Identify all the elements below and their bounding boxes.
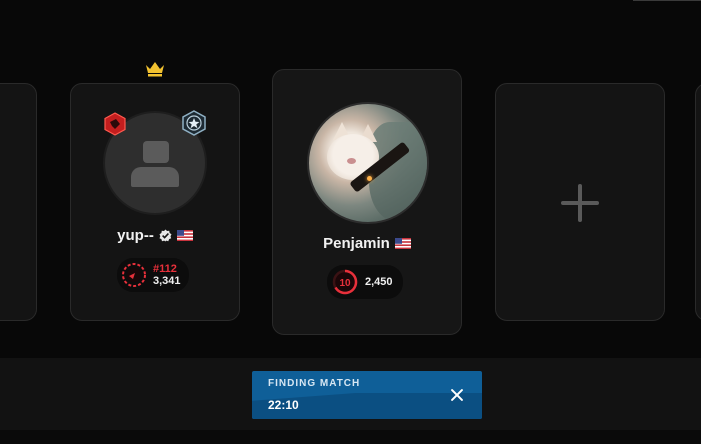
close-icon[interactable] <box>448 386 466 404</box>
challenger-badge-icon <box>104 112 126 136</box>
player-name: yup-- <box>117 227 154 244</box>
elo-value: 2,450 <box>365 276 393 288</box>
finding-match-label: FINDING MATCH <box>268 378 361 389</box>
plus-icon <box>561 184 599 222</box>
level-elo-pill: 10 2,450 <box>327 265 403 299</box>
top-divider <box>633 0 701 1</box>
bottom-strip <box>0 430 701 444</box>
star-badge-icon <box>182 110 206 136</box>
rank-position: #112 <box>153 263 177 275</box>
finding-match-panel: FINDING MATCH 22:10 <box>252 371 482 419</box>
party-slot-partial-left <box>0 83 37 321</box>
party-slot-partial-right <box>695 83 701 321</box>
rank-elo-pill: #112 3,341 <box>117 258 189 292</box>
player-name-row: yup-- <box>71 227 239 244</box>
elo-value: 3,341 <box>153 275 181 287</box>
us-flag-icon <box>176 230 193 241</box>
queue-timer: 22:10 <box>268 398 299 412</box>
rank-gauge-icon <box>122 263 146 287</box>
party-member-card-leader[interactable]: yup-- #112 3,341 <box>70 83 240 321</box>
player-name-row: Penjamin <box>273 235 461 252</box>
invite-party-member-slot[interactable] <box>495 83 665 321</box>
verified-check-icon <box>159 229 172 242</box>
party-member-card[interactable]: Penjamin 10 2,450 <box>272 69 462 335</box>
skill-level: 10 <box>339 278 351 289</box>
player-name: Penjamin <box>323 235 390 252</box>
crown-icon <box>146 62 164 77</box>
skill-level-icon: 10 <box>332 269 358 295</box>
us-flag-icon <box>394 238 411 249</box>
avatar <box>307 102 429 224</box>
